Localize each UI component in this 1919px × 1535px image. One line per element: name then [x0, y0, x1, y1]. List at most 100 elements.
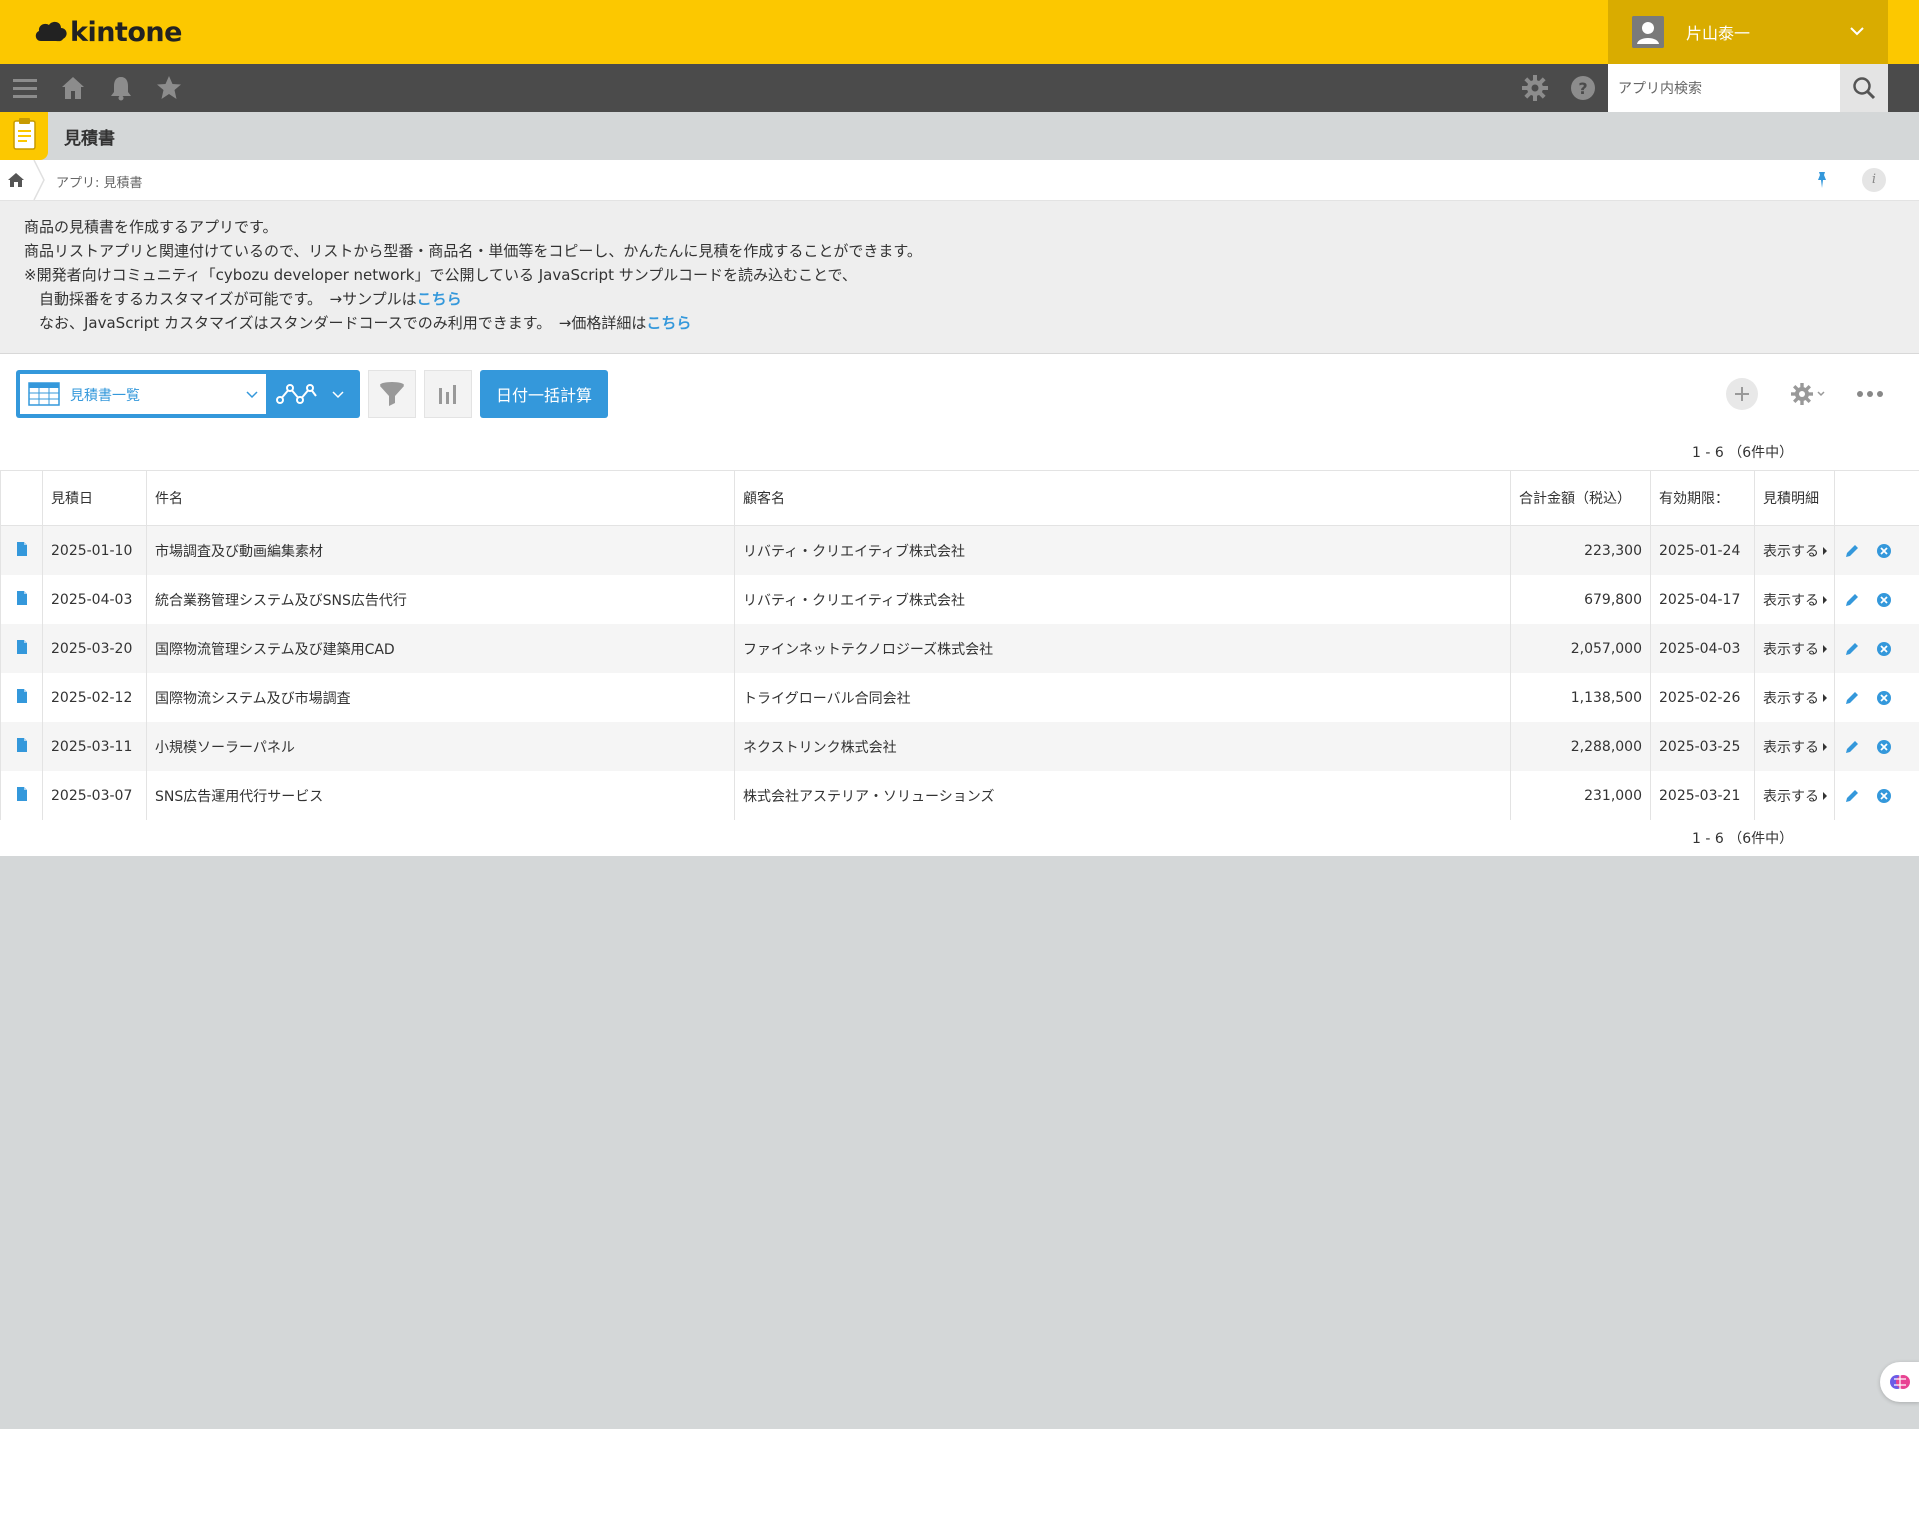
funnel-icon	[380, 382, 404, 406]
show-details-link[interactable]: 表示する	[1763, 691, 1819, 707]
cell-subject: 国際物流管理システム及び建築用CAD	[146, 624, 735, 673]
more-options-button[interactable]	[1850, 378, 1890, 410]
table-row[interactable]: 2025-03-11 小規模ソーラーパネル ネクストリンク株式会社 2,288,000…	[0, 722, 1919, 771]
delete-icon[interactable]	[1875, 591, 1893, 609]
edit-pencil-icon[interactable]	[1843, 787, 1861, 805]
delete-icon[interactable]	[1875, 787, 1893, 805]
caret-right-icon	[1823, 791, 1827, 800]
header-expiry[interactable]: 有効期限：	[1650, 470, 1755, 526]
header-total[interactable]: 合計金額（税込）	[1510, 470, 1651, 526]
header-details[interactable]: 見積明細	[1754, 470, 1835, 526]
record-detail-icon[interactable]	[15, 688, 29, 704]
cell-customer: 株式会社アステリア・ソリューションズ	[734, 771, 1511, 821]
cell-expiry: 2025-02-26	[1650, 673, 1755, 722]
cell-expiry: 2025-04-03	[1650, 624, 1755, 673]
bell-icon[interactable]	[106, 73, 136, 103]
breadcrumb-app-link[interactable]: アプリ: 見積書	[56, 172, 143, 191]
delete-icon[interactable]	[1875, 640, 1893, 658]
caret-right-icon	[1823, 644, 1827, 653]
add-record-button[interactable]	[1726, 378, 1758, 410]
table-row[interactable]: 2025-04-03 統合業務管理システム及びSNS広告代行 リバティ・クリエイティ…	[0, 575, 1919, 624]
cell-expiry: 2025-01-24	[1650, 525, 1755, 575]
record-detail-icon[interactable]	[15, 737, 29, 753]
cell-details[interactable]: 表示する	[1754, 771, 1835, 821]
description-line: ※開発者向けコミュニティ「cybozu developer network」で公…	[24, 266, 857, 284]
settings-gear-icon[interactable]	[1520, 73, 1550, 103]
edit-pencil-icon[interactable]	[1843, 591, 1861, 609]
brain-icon	[1890, 1375, 1910, 1389]
date-bulk-calc-button[interactable]: 日付一括計算	[480, 370, 608, 418]
breadcrumb: アプリ: 見積書	[0, 160, 1919, 201]
table-row[interactable]: 2025-03-20 国際物流管理システム及び建築用CAD ファインネットテクノロジ…	[0, 624, 1919, 673]
record-detail-icon[interactable]	[15, 590, 29, 606]
table-view-icon	[28, 382, 60, 406]
app-search-input[interactable]	[1616, 76, 1840, 102]
edit-pencil-icon[interactable]	[1843, 640, 1861, 658]
sample-link[interactable]: こちら	[417, 290, 462, 308]
user-avatar-icon	[1632, 16, 1664, 48]
cell-subject: 国際物流システム及び市場調査	[146, 673, 735, 722]
cell-expiry: 2025-03-21	[1650, 771, 1755, 821]
cell-details[interactable]: 表示する	[1754, 624, 1835, 673]
graph-chevron-down-icon[interactable]	[330, 386, 346, 402]
cell-details[interactable]: 表示する	[1754, 575, 1835, 624]
graph-view-icon[interactable]	[276, 378, 320, 410]
chevron-down-icon	[1817, 391, 1825, 397]
header-actions	[1834, 470, 1919, 526]
breadcrumb-separator-icon	[33, 160, 45, 200]
header-edge	[1888, 0, 1919, 64]
show-details-link[interactable]: 表示する	[1763, 642, 1819, 658]
user-menu[interactable]: 片山泰一	[1608, 0, 1888, 64]
row-icon-cell	[0, 771, 43, 821]
price-link[interactable]: こちら	[646, 314, 691, 332]
filter-button[interactable]	[368, 370, 416, 418]
record-detail-icon[interactable]	[15, 786, 29, 802]
caret-right-icon	[1823, 595, 1827, 604]
show-details-link[interactable]: 表示する	[1763, 544, 1819, 560]
edit-pencil-icon[interactable]	[1843, 738, 1861, 756]
header-customer[interactable]: 顧客名	[734, 470, 1511, 526]
header-subject[interactable]: 件名	[146, 470, 735, 526]
show-details-link[interactable]: 表示する	[1763, 593, 1819, 609]
description-line: 自動採番をするカスタマイズが可能です。 →サンプルはこちら	[24, 290, 462, 308]
app-title: 見積書	[64, 129, 115, 149]
record-detail-icon[interactable]	[15, 541, 29, 557]
svg-text:?: ?	[1578, 79, 1587, 98]
cell-details[interactable]: 表示する	[1754, 722, 1835, 771]
cell-estimate-date: 2025-03-07	[42, 771, 147, 821]
help-icon[interactable]: ?	[1568, 73, 1598, 103]
clipboard-icon	[13, 118, 36, 150]
search-button[interactable]	[1840, 64, 1888, 112]
assistant-button[interactable]	[1880, 1362, 1919, 1402]
edit-pencil-icon[interactable]	[1843, 689, 1861, 707]
cell-details[interactable]: 表示する	[1754, 525, 1835, 575]
records-table: 見積日 件名 顧客名 合計金額（税込） 有効期限： 見積明細 2025-01-1…	[0, 470, 1919, 821]
home-icon[interactable]	[58, 73, 88, 103]
show-details-link[interactable]: 表示する	[1763, 740, 1819, 756]
breadcrumb-home-icon[interactable]	[6, 170, 26, 190]
cell-expiry: 2025-04-17	[1650, 575, 1755, 624]
cell-subject: SNS広告運用代行サービス	[146, 771, 735, 821]
info-icon[interactable]: i	[1862, 168, 1886, 192]
app-settings-button[interactable]	[1784, 378, 1830, 410]
record-detail-icon[interactable]	[15, 639, 29, 655]
pager-top: 1 - 6 （6件中）	[1692, 445, 1794, 461]
delete-icon[interactable]	[1875, 689, 1893, 707]
cell-actions	[1834, 575, 1919, 624]
delete-icon[interactable]	[1875, 542, 1893, 560]
table-row[interactable]: 2025-01-10 市場調査及び動画編集素材 リバティ・クリエイティブ株式会社 22…	[0, 525, 1919, 575]
chart-button[interactable]	[424, 370, 472, 418]
chevron-down-icon	[246, 391, 258, 399]
edit-pencil-icon[interactable]	[1843, 542, 1861, 560]
show-details-link[interactable]: 表示する	[1763, 789, 1819, 805]
delete-icon[interactable]	[1875, 738, 1893, 756]
kintone-logo[interactable]: kintone	[34, 14, 182, 50]
star-icon[interactable]	[154, 73, 184, 103]
menu-icon[interactable]	[10, 73, 40, 103]
table-row[interactable]: 2025-02-12 国際物流システム及び市場調査 トライグローバル合同会社 1,13…	[0, 673, 1919, 722]
table-row[interactable]: 2025-03-07 SNS広告運用代行サービス 株式会社アステリア・ソリューション…	[0, 771, 1919, 821]
cell-details[interactable]: 表示する	[1754, 673, 1835, 722]
header-estimate-date[interactable]: 見積日	[42, 470, 147, 526]
description-line: 商品の見積書を作成するアプリです。	[24, 218, 278, 236]
pin-icon[interactable]	[1812, 170, 1832, 190]
